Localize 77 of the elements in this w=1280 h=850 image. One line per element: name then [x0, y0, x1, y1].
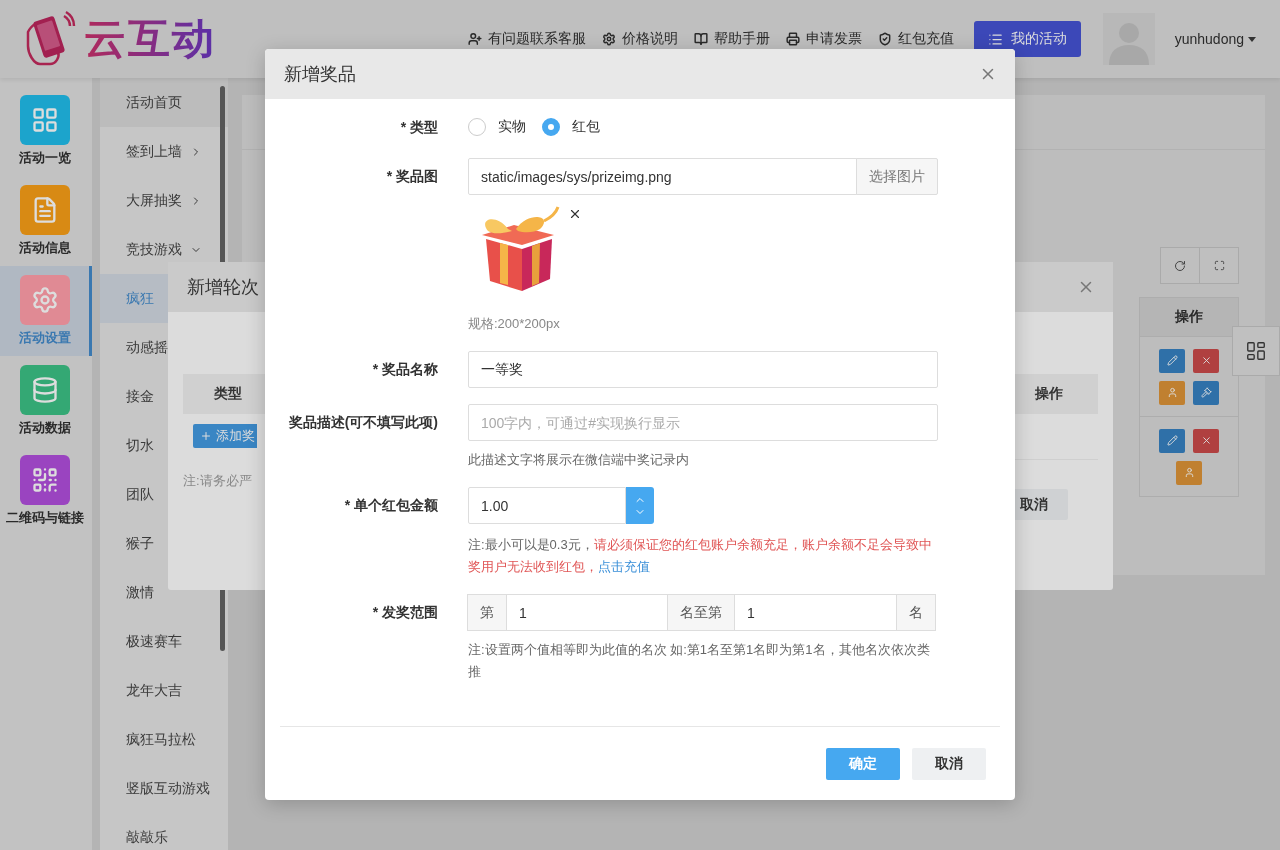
text-field[interactable]: 100字内，可通过#实现换行显示	[468, 404, 938, 441]
user-icon	[1166, 387, 1178, 398]
nav-item[interactable]: 活动一览	[0, 86, 92, 176]
amount-field[interactable]: 1.00	[468, 487, 626, 524]
user-icon	[1183, 467, 1195, 478]
close-icon	[1200, 355, 1212, 366]
user-button[interactable]	[1159, 380, 1185, 405]
header-link[interactable]: 价格说明	[601, 30, 678, 48]
column-header: 类型	[183, 374, 265, 414]
submenu-item[interactable]: 竞技游戏	[100, 225, 228, 274]
field-hint: 此描述文字将展示在微信端中奖记录内	[468, 451, 690, 469]
range-hint: 注:设置两个值相等即为此值的名次 如:第1名至第1名即为第1名，其他名次依次类推	[468, 641, 931, 681]
gavel-button[interactable]	[1193, 380, 1219, 405]
image-path-field[interactable]: static/images/sys/prizeimg.png	[468, 158, 857, 195]
close-icon	[1200, 435, 1212, 446]
header-link[interactable]: 申请发票	[785, 30, 862, 48]
submenu-item[interactable]: 竖版互动游戏	[100, 764, 228, 813]
grid-icon	[1245, 340, 1267, 362]
nav-item[interactable]: 活动数据	[0, 356, 92, 446]
dialog-title: 新增奖品	[284, 63, 356, 86]
field-label: * 发奖范围	[372, 603, 438, 622]
gear-icon	[601, 32, 616, 46]
list-icon	[987, 31, 1003, 47]
delete-button[interactable]	[1193, 348, 1219, 373]
submenu-item[interactable]: 敲敲乐	[100, 813, 228, 850]
header-link[interactable]: 有问题联系客服	[467, 30, 586, 48]
user-plus-icon	[467, 32, 482, 46]
caret-icon	[1248, 36, 1256, 42]
remove-icon[interactable]	[568, 207, 582, 221]
edit-button[interactable]	[1159, 428, 1185, 453]
user-button[interactable]	[1176, 460, 1202, 485]
submenu-item[interactable]: 签到上墙	[100, 127, 228, 176]
header-link[interactable]: 帮助手册	[693, 30, 770, 48]
field-label: * 奖品图	[386, 167, 438, 186]
to-field[interactable]: 1	[734, 594, 897, 631]
cancel-button[interactable]: 取消	[912, 747, 986, 780]
radio-option[interactable]: 实物	[468, 118, 526, 136]
field-label: * 类型	[400, 118, 438, 137]
book-icon	[693, 32, 708, 46]
my-activity-button[interactable]: 我的活动	[973, 21, 1081, 57]
range-middle: 名至第	[667, 594, 735, 631]
field-label: 奖品描述(可不填写此项)	[288, 413, 438, 432]
recharge-link[interactable]: 点击充值	[598, 559, 650, 574]
gavel-icon	[1200, 387, 1212, 398]
submenu-item[interactable]: 疯狂马拉松	[100, 715, 228, 764]
printer-icon	[785, 32, 800, 46]
nav-item[interactable]: 二维码与链接	[0, 446, 92, 536]
pencil-icon	[1166, 435, 1178, 446]
fullscreen-icon	[1213, 260, 1225, 271]
choose-image-button[interactable]: 选择图片	[856, 158, 938, 195]
side-panel-button[interactable]	[1232, 326, 1280, 376]
submenu-item[interactable]: 活动首页	[100, 78, 228, 127]
text-field[interactable]: 一等奖	[468, 351, 938, 388]
header-link[interactable]: 红包充值	[877, 30, 954, 48]
delete-button[interactable]	[1193, 428, 1219, 453]
pencil-icon	[1166, 355, 1178, 366]
from-field[interactable]: 1	[506, 594, 668, 631]
submenu-item[interactable]: 极速赛车	[100, 617, 228, 666]
plus-icon	[200, 430, 212, 442]
refresh-icon	[1174, 259, 1186, 272]
field-label: * 奖品名称	[372, 360, 438, 379]
range-suffix: 名	[896, 594, 936, 631]
submenu-item[interactable]: 大屏抽奖	[100, 176, 228, 225]
radio-option[interactable]: 红包	[542, 118, 600, 136]
refresh-button[interactable]	[1160, 247, 1200, 284]
shield-icon	[877, 32, 892, 46]
edit-button[interactable]	[1159, 348, 1185, 373]
submenu-item[interactable]: 龙年大吉	[100, 666, 228, 715]
user-menu[interactable]: yunhudong	[1168, 30, 1262, 48]
column-header: 操作	[1139, 297, 1239, 337]
stepper-control[interactable]	[626, 487, 654, 524]
note-text: 注:请务必严	[183, 472, 253, 490]
size-hint: 规格:200*200px	[468, 315, 561, 333]
amount-note: 注:最小可以是0.3元，请必须保证您的红包账户余额充足，账户余额不足会导致中奖用户无法收到红包，点击充值	[468, 536, 933, 576]
range-prefix: 第	[467, 594, 507, 631]
field-label: * 单个红包金额	[344, 496, 438, 515]
nav-item[interactable]: 活动信息	[0, 176, 92, 266]
